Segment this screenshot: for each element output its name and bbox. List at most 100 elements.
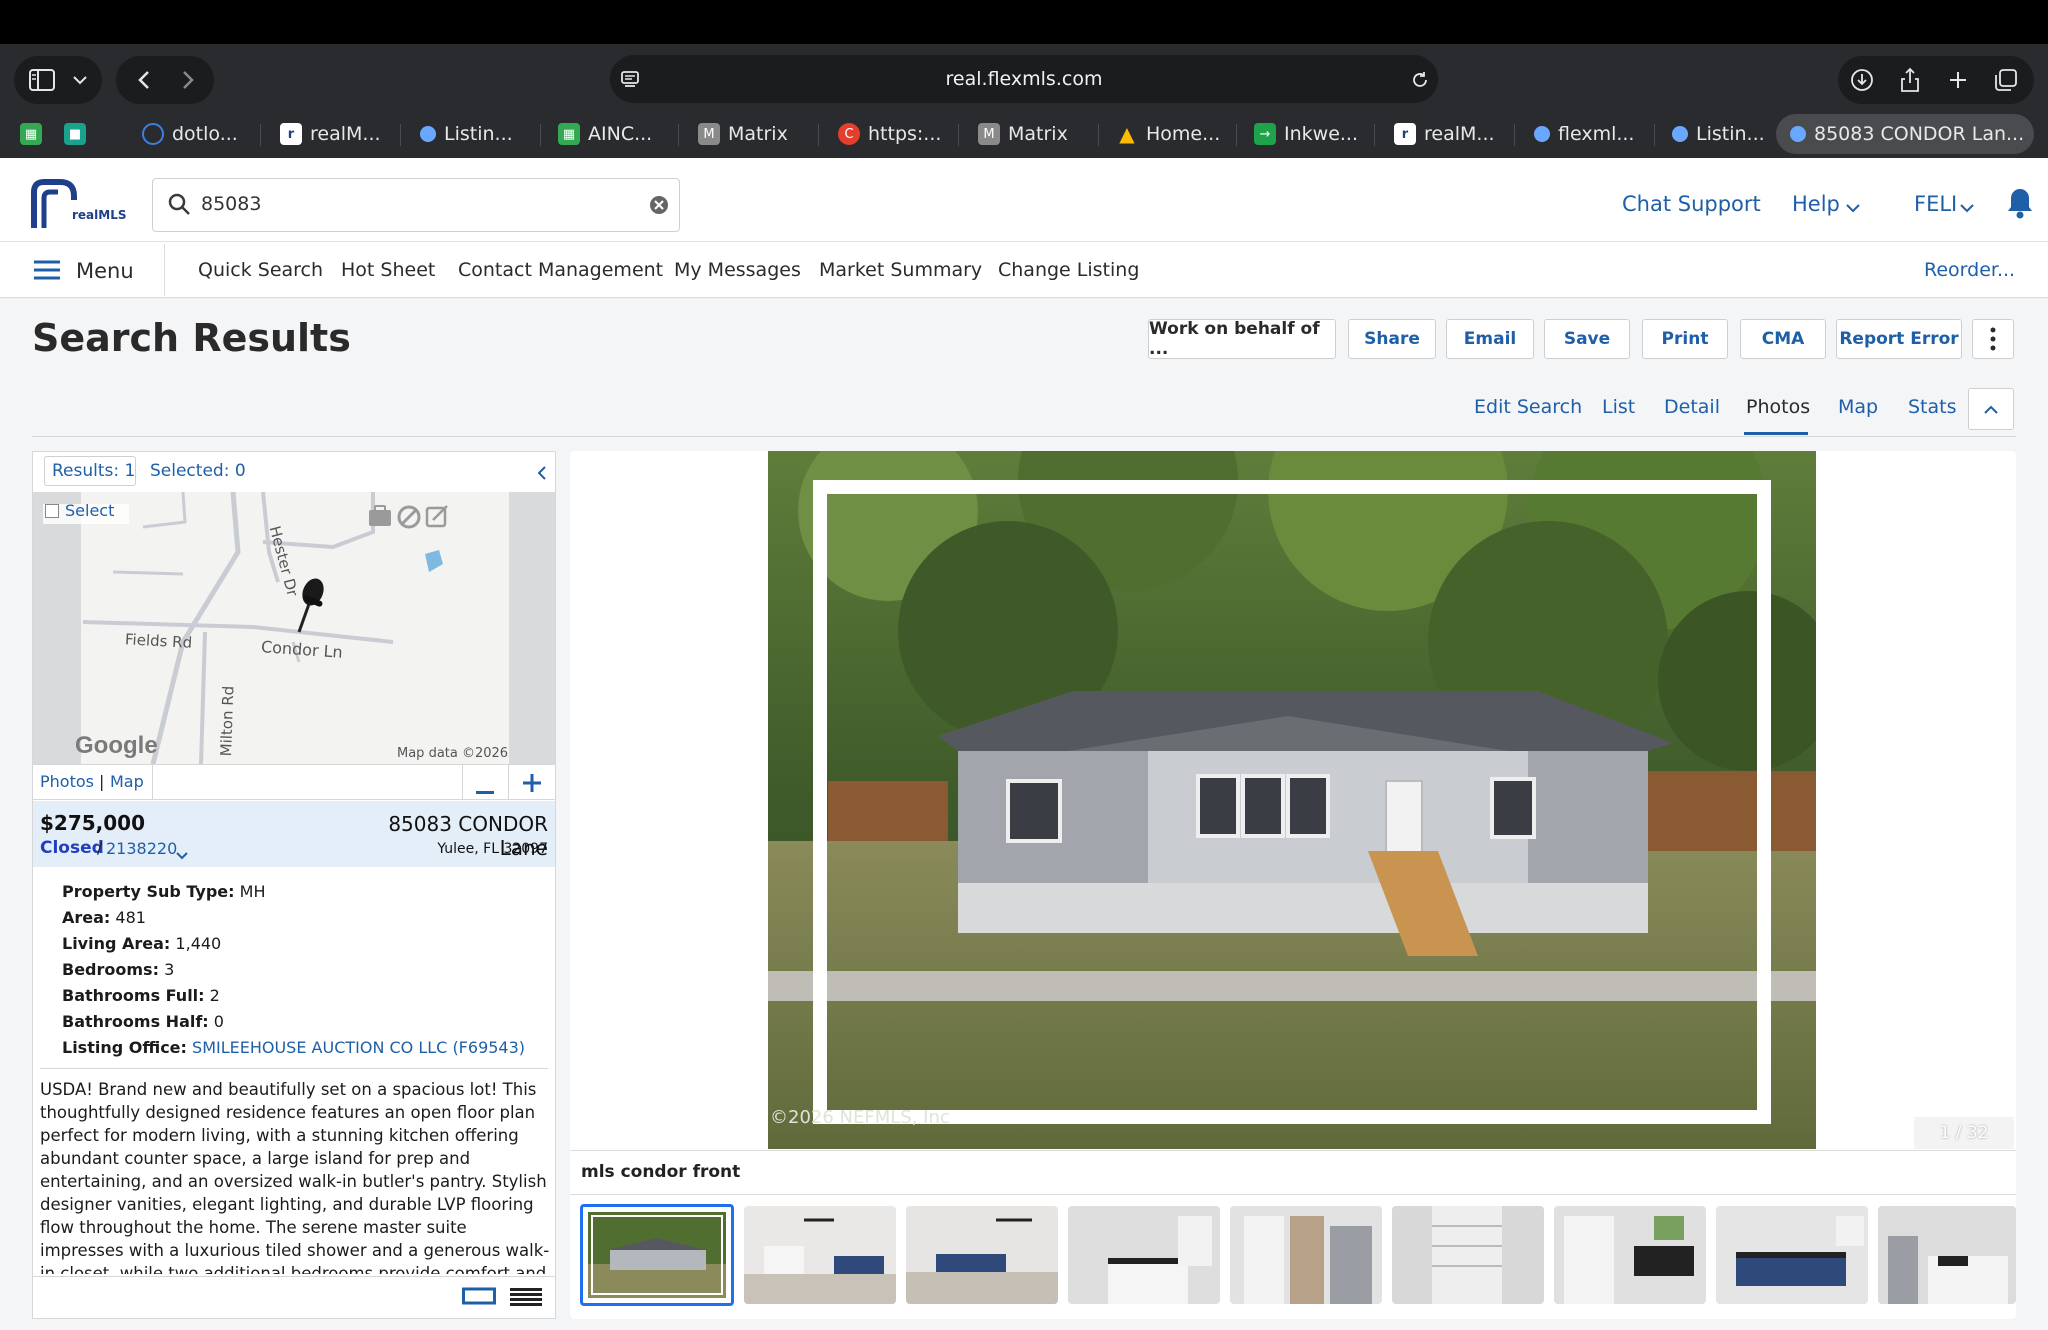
- reload-icon[interactable]: [1404, 64, 1436, 96]
- more-options-button[interactable]: [1972, 319, 2014, 359]
- row-divider: [462, 764, 463, 800]
- tab-detail[interactable]: Detail: [1664, 396, 1720, 418]
- menu-item-contact-management[interactable]: Contact Management: [458, 259, 663, 281]
- field-bathrooms-full: Bathrooms Full: 2: [62, 986, 220, 1005]
- new-tab-icon[interactable]: [1940, 62, 1976, 98]
- active-tab-indicator: [1744, 432, 1808, 435]
- chevron-up-icon: [1984, 405, 1998, 414]
- tab-edit-search[interactable]: Edit Search: [1474, 396, 1582, 418]
- tab-separator: [1098, 124, 1099, 146]
- tab-matrix-2[interactable]: M Matrix: [978, 114, 1088, 154]
- page-menu-icon[interactable]: [614, 64, 646, 96]
- tab-https[interactable]: Chttps:...: [838, 114, 948, 154]
- tab-active-condor[interactable]: 85083 CONDOR Lan...: [1776, 114, 2034, 154]
- clear-search-icon[interactable]: [649, 195, 669, 219]
- cma-button[interactable]: CMA: [1740, 319, 1826, 359]
- realmls-icon: r: [280, 123, 302, 145]
- tab-flexmls[interactable]: flexml...: [1534, 114, 1644, 154]
- search-input[interactable]: 85083: [152, 178, 680, 232]
- thumbnail-3[interactable]: [906, 1206, 1058, 1304]
- tab-photos[interactable]: Photos: [1746, 396, 1810, 418]
- tab-listing-2[interactable]: Listin...: [1672, 114, 1778, 154]
- download-icon[interactable]: [1844, 62, 1880, 98]
- bell-icon[interactable]: [2006, 186, 2034, 224]
- thumbnail-1[interactable]: [580, 1204, 734, 1306]
- thumbnail-8[interactable]: [1716, 1206, 1868, 1304]
- thumbnail-9[interactable]: [1878, 1206, 2016, 1304]
- listing-city: Yulee, FL 32097: [437, 841, 548, 857]
- reorder-link[interactable]: Reorder...: [1924, 259, 2015, 281]
- menu-button[interactable]: Menu: [76, 259, 134, 283]
- listing-office-link[interactable]: SMILEEHOUSE AUCTION CO LLC (F69543): [192, 1038, 525, 1057]
- menu-item-market-summary[interactable]: Market Summary: [819, 259, 982, 281]
- listing-map[interactable]: Condor Ln Fields Rd Hester Dr Milton Rd …: [33, 492, 555, 764]
- map-pin-icon[interactable]: [289, 574, 329, 636]
- sheets-icon: ▦: [20, 123, 42, 145]
- tab-separator: [1654, 124, 1655, 146]
- photos-link[interactable]: Photos: [40, 772, 94, 791]
- hamburger-icon[interactable]: [34, 260, 60, 284]
- save-button[interactable]: Save: [1544, 319, 1630, 359]
- realmls-logo[interactable]: realMLS: [30, 178, 127, 232]
- tab-listing-1[interactable]: Listin...: [420, 114, 530, 154]
- menu-item-my-messages[interactable]: My Messages: [674, 259, 801, 281]
- sidebar-icon[interactable]: [24, 62, 60, 98]
- pinned-tab-app[interactable]: ■: [64, 114, 86, 154]
- chevron-down-icon[interactable]: [66, 62, 94, 98]
- print-button[interactable]: Print: [1642, 319, 1728, 359]
- chat-support-link[interactable]: Chat Support: [1622, 192, 1761, 216]
- tab-map[interactable]: Map: [1838, 396, 1878, 418]
- listing-tools-icons[interactable]: [367, 502, 449, 530]
- help-menu[interactable]: Help: [1792, 192, 1840, 216]
- menu-divider: [164, 244, 165, 296]
- thumbnail-6[interactable]: [1392, 1206, 1544, 1304]
- chevron-left-icon[interactable]: [537, 465, 546, 484]
- tab-home[interactable]: ▲ Home...: [1116, 114, 1228, 154]
- back-icon[interactable]: [126, 62, 162, 98]
- forward-icon[interactable]: [170, 62, 206, 98]
- tab-dotloop[interactable]: dotlo...: [142, 114, 252, 154]
- tab-inkwell[interactable]: → Inkwe...: [1254, 114, 1366, 154]
- photo-divider: [570, 1150, 2016, 1151]
- menu-item-hot-sheet[interactable]: Hot Sheet: [341, 259, 435, 281]
- main-photo[interactable]: ©2026 NEFMLS, Inc: [768, 451, 1816, 1149]
- tab-list[interactable]: List: [1602, 396, 1635, 418]
- thumbnail-5[interactable]: [1230, 1206, 1382, 1304]
- tab-stats[interactable]: Stats: [1908, 396, 1957, 418]
- share-icon[interactable]: [1892, 62, 1928, 98]
- zoom-in-icon[interactable]: [523, 774, 541, 796]
- zoom-out-icon[interactable]: [476, 780, 494, 799]
- card-view-icon[interactable]: [462, 1286, 496, 1310]
- tab-realmls-2[interactable]: r realM...: [1394, 114, 1504, 154]
- tab-overview-icon[interactable]: [1988, 62, 2024, 98]
- chevron-down-icon[interactable]: [1960, 198, 1974, 217]
- user-menu[interactable]: FELI: [1914, 192, 1957, 216]
- url-bar[interactable]: real.flexmls.com: [610, 55, 1438, 103]
- tab-ainc[interactable]: ▦ AINC...: [558, 114, 668, 154]
- thumbnail-2[interactable]: [744, 1206, 896, 1304]
- map-link[interactable]: Map: [110, 772, 144, 791]
- thumbnail-4[interactable]: [1068, 1206, 1220, 1304]
- chevron-down-icon[interactable]: [1846, 198, 1860, 217]
- tab-realmls-1[interactable]: r realM...: [280, 114, 390, 154]
- mls-number-link[interactable]: 2138220: [106, 839, 177, 858]
- menu-item-change-listing[interactable]: Change Listing: [998, 259, 1139, 281]
- share-button[interactable]: Share: [1348, 319, 1436, 359]
- select-checkbox[interactable]: [45, 504, 59, 518]
- map-label-fields: Fields Rd: [124, 630, 193, 652]
- report-error-button[interactable]: Report Error: [1836, 319, 1962, 359]
- collapse-button[interactable]: [1968, 388, 2014, 430]
- thumbnail-7[interactable]: [1554, 1206, 1706, 1304]
- work-on-behalf-button[interactable]: Work on behalf of ...: [1148, 319, 1336, 359]
- email-button[interactable]: Email: [1446, 319, 1534, 359]
- list-view-icon[interactable]: [510, 1286, 542, 1310]
- selected-count: Selected: 0: [150, 461, 246, 481]
- tab-bar: ▦ ■ dotlo... r realM... Listin... ▦ AINC..…: [0, 112, 2048, 160]
- url-text: real.flexmls.com: [945, 68, 1103, 90]
- field-bedrooms: Bedrooms: 3: [62, 960, 175, 979]
- pinned-tab-sheets[interactable]: ▦: [20, 114, 42, 154]
- matrix-icon: M: [698, 123, 720, 145]
- menu-item-quick-search[interactable]: Quick Search: [198, 259, 323, 281]
- chevron-down-icon[interactable]: [176, 845, 188, 864]
- tab-matrix-1[interactable]: M Matrix: [698, 114, 808, 154]
